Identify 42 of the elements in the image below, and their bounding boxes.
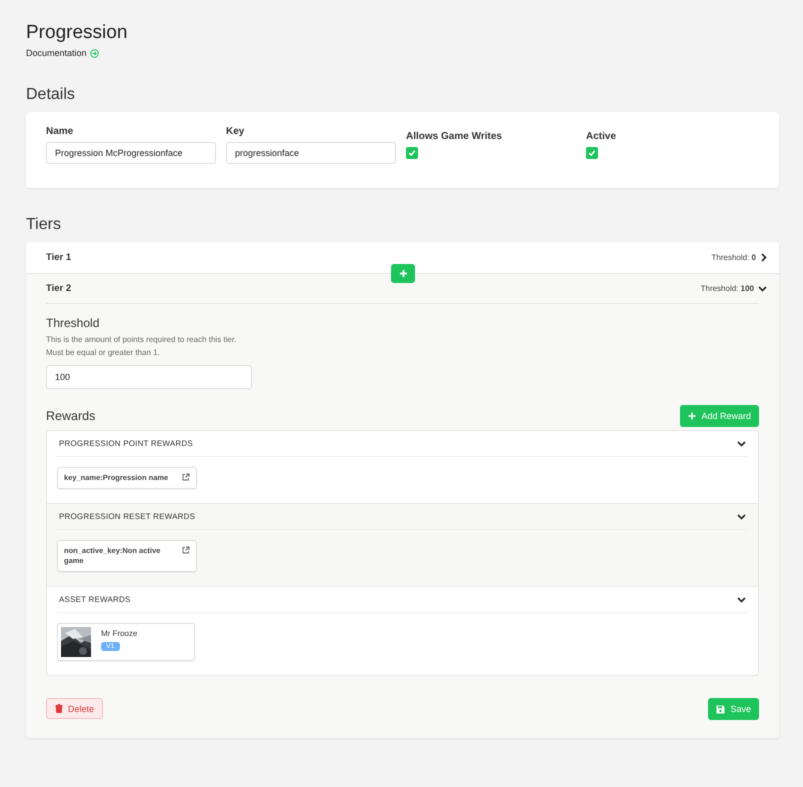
threshold-text: Threshold: 0 [712, 253, 756, 262]
reward-group-header[interactable]: ASSET REWARDS [57, 587, 748, 613]
group-title: PROGRESSION POINT REWARDS [59, 439, 193, 448]
help-text: Must be equal or greater than 1. [46, 347, 161, 359]
page-title: Progression [26, 22, 128, 44]
arrow-circle-icon [90, 48, 99, 58]
tier-header[interactable]: Tier 2 Threshold: 100 [26, 274, 779, 303]
trash-icon [55, 704, 63, 713]
chevron-down-icon [758, 285, 767, 292]
help-text: This is the amount of points required to reach this tier. [46, 334, 238, 346]
group-title: PROGRESSION RESET REWARDS [59, 512, 196, 521]
field-label: Key [226, 126, 246, 137]
text-field[interactable]: progressionface [226, 142, 396, 164]
documentation-link[interactable]: Documentation [26, 48, 87, 58]
asset-name: Mr Frooze [101, 629, 138, 638]
checkbox[interactable] [406, 147, 418, 159]
section-heading: Tiers [26, 216, 62, 234]
threshold-field[interactable]: 100 [46, 365, 252, 389]
chevron-down-icon [737, 440, 746, 447]
field-label: Name [46, 126, 74, 137]
external-link-icon [182, 546, 190, 554]
group-title: ASSET REWARDS [59, 595, 131, 604]
rewards-heading: Rewards [46, 409, 96, 423]
add-tier-button[interactable] [391, 264, 415, 283]
tier-name: Tier 1 [46, 252, 72, 263]
reward-group-header[interactable]: PROGRESSION RESET REWARDS [57, 504, 748, 530]
threshold-text: Threshold: 100 [700, 284, 754, 293]
checkbox-label: Active [586, 131, 618, 142]
reward-group-header[interactable]: PROGRESSION POINT REWARDS [57, 431, 748, 457]
plus-icon [398, 269, 408, 278]
checkbox-label: Allows Game Writes [406, 131, 503, 142]
chevron-down-icon [737, 513, 746, 520]
field-label: Threshold [46, 316, 100, 330]
chevron-down-icon [737, 596, 746, 603]
chevron-right-icon [760, 253, 767, 262]
section-heading: Details [26, 86, 76, 104]
tier-name: Tier 2 [46, 283, 72, 294]
checkbox[interactable] [586, 147, 598, 159]
text-field[interactable]: Progression McProgressionface [46, 142, 216, 164]
delete-button[interactable]: Delete [46, 698, 104, 719]
external-link-icon [182, 473, 190, 481]
plus-icon [688, 412, 696, 420]
